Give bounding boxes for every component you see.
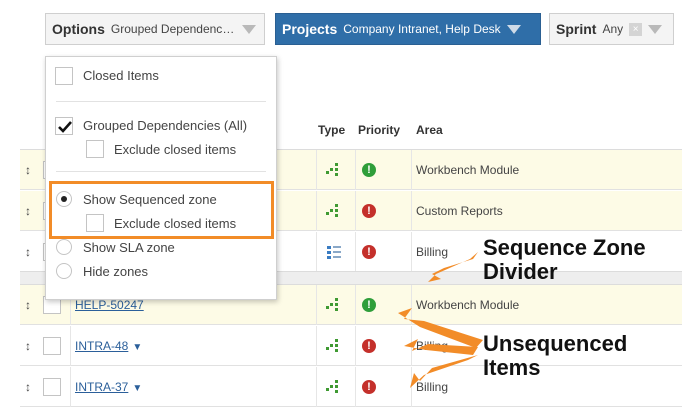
arrow-to-divider	[428, 252, 478, 282]
annotation-line: Items	[483, 355, 541, 380]
arrow-to-unsequenced-1	[398, 308, 483, 348]
annotation-line: Divider	[483, 259, 558, 284]
sequence-zone-divider-annotation: Sequence Zone Divider	[483, 236, 646, 284]
unsequenced-items-annotation: Unsequenced Items	[483, 332, 627, 380]
annotation-line: Sequence Zone	[483, 235, 646, 260]
arrow-to-unsequenced-3	[410, 355, 478, 388]
annotation-line: Unsequenced	[483, 331, 628, 356]
